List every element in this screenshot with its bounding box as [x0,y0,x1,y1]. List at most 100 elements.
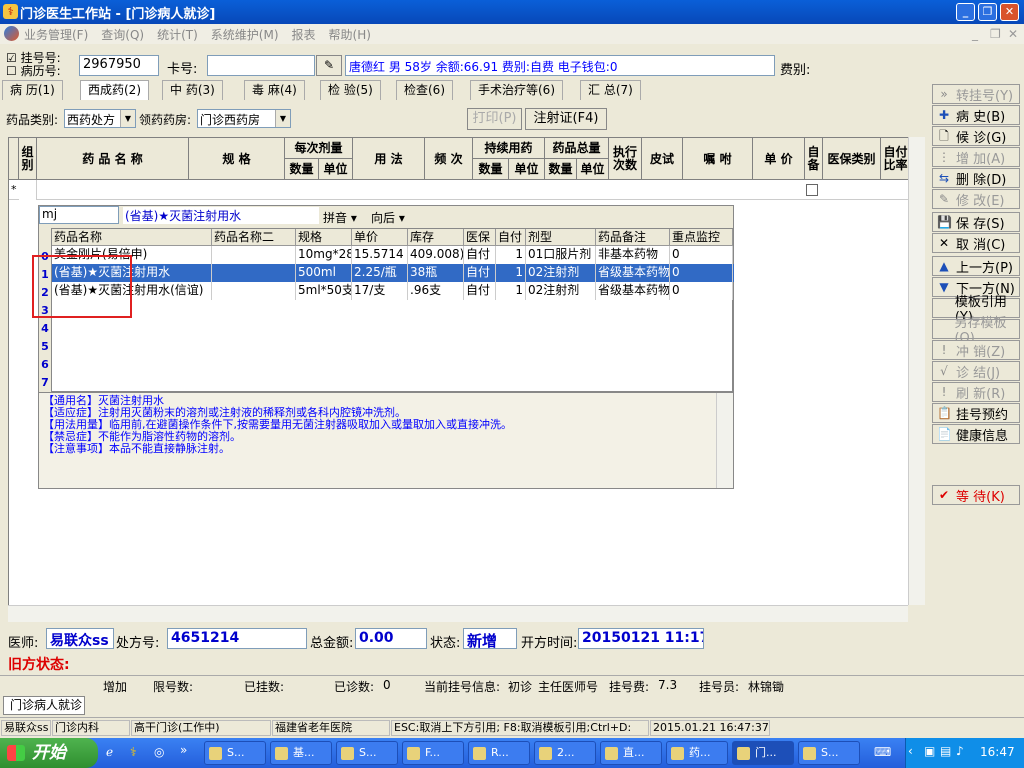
table-row[interactable]: * [9,180,912,200]
tray-collapse-icon[interactable]: ‹ [908,744,913,758]
task-clinic[interactable]: 门... [732,741,794,765]
table-row[interactable]: (省基)★灭菌注射用水(信谊) 5ml*50支 17/支 .96支 自付 1 0… [52,282,734,300]
side-button-icon: ⋮ [938,150,950,164]
col-exec-times: 执行次数 [609,138,642,181]
side-button-17[interactable]: ✔ 等 待(K) [932,485,1020,505]
direction-dropdown-icon: ▾ [398,211,405,225]
task-2[interactable]: 2... [534,741,596,765]
close-button[interactable]: ✕ [1000,3,1019,21]
tab-summary[interactable]: 汇 总(7) [580,80,641,100]
task-f[interactable]: F... [402,741,464,765]
task-folder[interactable]: 基... [270,741,332,765]
menu-system[interactable]: 系统维护(M) [211,26,279,43]
side-button-8[interactable]: ▲ 上一方(P) [932,256,1020,276]
cell-monitor: 0 [670,264,733,282]
drug-search-table: 药品名称 药品名称二 规格 单价 库存 医保 自付 剂型 药品备注 重点监控 美… [51,228,734,392]
task-s2[interactable]: S... [336,741,398,765]
tab-exam[interactable]: 检查(6) [396,80,453,100]
side-button-13[interactable]: √ 诊 结(J) [932,361,1020,381]
record-no-check[interactable]: ☐ 病历号: [6,62,61,79]
cell-insurance: 自付 [464,282,496,300]
cell-name2 [212,282,296,300]
side-button-6[interactable]: 💾 保 存(S) [932,212,1020,232]
pharmacy-select[interactable]: 门诊西药房 [197,109,291,128]
drug-type-select[interactable]: 西药处方 [64,109,136,128]
grid-corner [9,138,19,181]
side-button-3[interactable]: ⋮ 增 加(A) [932,147,1020,167]
mdi-restore-icon[interactable]: ❐ [990,27,1001,41]
side-button-2[interactable]: 🗋 候 诊(G) [932,126,1020,146]
cell-stock: .96支 [408,282,464,300]
row-number: 5 [41,340,49,353]
highlight-box [32,255,132,318]
quicklaunch-browser-icon[interactable]: ◎ [154,745,164,759]
record-no-label: 病历号: [20,64,61,78]
side-button-icon: 💾 [937,215,952,229]
tray-sound-icon[interactable]: ♪ [956,744,964,758]
task-s3[interactable]: S... [798,741,860,765]
menu-help[interactable]: 帮助(H) [329,26,371,43]
task-s1[interactable]: S... [204,741,266,765]
pinyin-option[interactable]: 拼音 ▾ [323,209,357,226]
cell-insurance: 自付 [464,246,496,264]
pcol-stock: 库存 [408,229,464,246]
menu-stats[interactable]: 统计(T) [157,26,198,43]
pcol-insurance: 医保 [464,229,496,246]
menu-query[interactable]: 查询(Q) [101,26,144,43]
quicklaunch-app-icon[interactable]: ⚕ [130,745,137,759]
table-row[interactable]: (省基)★灭菌注射用水 500ml 2.25/瓶 38瓶 自付 1 02注射剂 … [52,264,734,282]
side-button-12[interactable]: ! 冲 销(Z) [932,340,1020,360]
minimize-button[interactable]: _ [956,3,975,21]
start-button[interactable]: 开始 [0,738,98,768]
grid-horizontal-scrollbar[interactable] [8,605,908,622]
task-direct[interactable]: 直... [600,741,662,765]
tab-narcotics[interactable]: 毒 麻(4) [244,80,305,100]
tray-printer-icon[interactable]: ▣ [924,744,935,758]
quicklaunch-ie-icon[interactable]: ℯ [106,745,113,759]
table-row[interactable]: 美金刚片(易倍申) 10mg*28: 15.5714 409.008) 自付 1… [52,246,734,264]
self-supplied-checkbox[interactable] [806,184,818,196]
col-total-unit: 单位 [577,159,609,181]
menu-report[interactable]: 报表 [292,26,316,43]
task-drug[interactable]: 药... [666,741,728,765]
side-button-11[interactable]: 另存模板(O) [932,316,1020,346]
mdi-minimize-icon[interactable]: _ [972,27,978,41]
side-button-15[interactable]: 📋 挂号预约 [932,403,1020,423]
injection-cert-button[interactable]: 注射证(F4) [525,108,607,130]
side-button-5[interactable]: ✎ 修 改(E) [932,189,1020,209]
tab-lab[interactable]: 检 验(5) [320,80,381,100]
side-button-7[interactable]: ✕ 取 消(C) [932,233,1020,253]
side-button-1[interactable]: ✚ 病 史(B) [932,105,1020,125]
quicklaunch-more-icon[interactable]: » [180,743,187,757]
cell-spec: 500ml [296,264,352,282]
group-cell[interactable] [19,180,37,200]
window-tab[interactable]: 门诊病人就诊 [3,696,85,715]
system-tray: ‹ ▣ ▤ ♪ 16:47 [905,738,1024,768]
side-button-4[interactable]: ⇆ 删 除(D) [932,168,1020,188]
tray-network-icon[interactable]: ▤ [940,744,951,758]
pharmacy-label: 领药药房: [139,113,192,127]
task-r[interactable]: R... [468,741,530,765]
drug-search-input[interactable]: mj [39,206,119,224]
mdi-close-icon[interactable]: ✕ [1008,27,1018,41]
record-no-input[interactable]: 2967950 [79,55,159,76]
tab-surgery[interactable]: 手术治疗等(6) [470,80,563,100]
desc-scrollbar[interactable] [716,393,733,488]
side-button-0[interactable]: » 转挂号(Y) [932,84,1020,104]
card-read-icon[interactable]: ✎ [316,55,342,76]
tab-chinese-medicine[interactable]: 中 药(3) [162,80,223,100]
side-button-label: 等 待(K) [956,489,1005,505]
menu-business[interactable]: 业务管理(F) [24,26,88,43]
col-group: 组别 [19,138,37,181]
direction-option[interactable]: 向后 ▾ [371,209,405,226]
restore-button[interactable]: ❐ [978,3,997,21]
status-datetime: 2015.01.21 16:47:37 [650,720,770,736]
tab-western-medicine[interactable]: 西成药(2) [80,80,149,100]
keyboard-icon[interactable]: ⌨ [874,745,891,759]
tab-history[interactable]: 病 历(1) [2,80,63,100]
side-button-14[interactable]: ! 刷 新(R) [932,382,1020,402]
side-button-16[interactable]: 📄 健康信息 [932,424,1020,444]
card-input[interactable] [207,55,315,76]
print-button[interactable]: 打印(P) [467,108,522,130]
grid-vertical-scrollbar[interactable] [908,137,925,605]
